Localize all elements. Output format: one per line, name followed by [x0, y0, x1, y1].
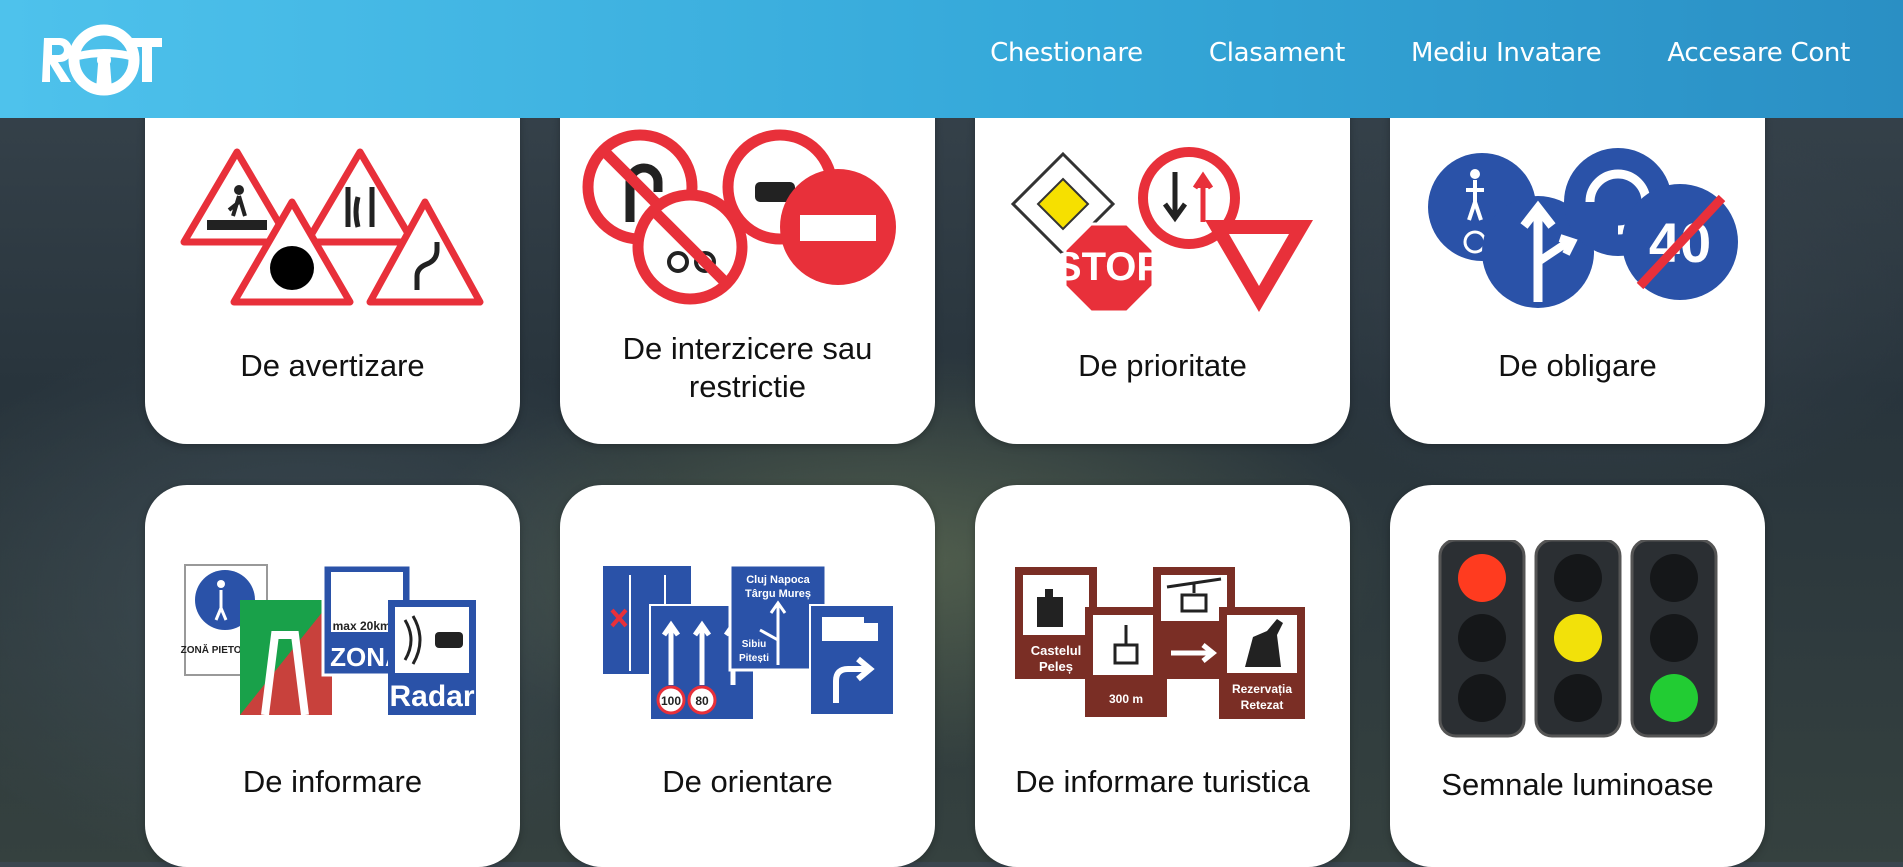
- category-label: De prioritate: [1078, 348, 1247, 383]
- speed-80-text: 80: [695, 694, 709, 708]
- category-card-orientare[interactable]: 100 80 Cluj Napoca Târgu Mureș Sibiu Pit…: [560, 485, 935, 867]
- mandatory-signs-icon: 40: [1428, 148, 1738, 308]
- category-card-prioritate[interactable]: STOP De prioritate: [975, 62, 1350, 444]
- sibiu-text: Sibiu: [742, 639, 766, 650]
- category-card-avertizare[interactable]: De avertizare: [145, 62, 520, 444]
- rezervatia-text: Rezervația: [1232, 682, 1292, 696]
- traffic-lights-icon: [1438, 540, 1718, 738]
- retezat-text: Retezat: [1241, 698, 1284, 712]
- information-signs-icon: ZONĂ PIETONALĂ max 20km/h ZONA Radar: [181, 563, 476, 716]
- nav-accesare-cont[interactable]: Accesare Cont: [1667, 38, 1850, 68]
- speed-100-text: 100: [661, 694, 681, 708]
- navbar: Chestionare Clasament Mediu Invatare Acc…: [0, 0, 1903, 118]
- stop-text: STOP: [1055, 245, 1163, 289]
- nav-chestionare[interactable]: Chestionare: [990, 38, 1143, 68]
- category-label: De informare: [242, 764, 423, 799]
- warning-signs-icon: [180, 148, 484, 306]
- category-card-informare-turistica[interactable]: Castelul Peleș 300 m Rezervația Retezat …: [975, 485, 1350, 867]
- site-logo[interactable]: [40, 20, 166, 100]
- peles-text: Peleș: [1039, 659, 1073, 674]
- orientation-signs-icon: 100 80 Cluj Napoca Târgu Mureș Sibiu Pit…: [601, 565, 895, 721]
- category-label: Semnale luminoase: [1441, 767, 1714, 802]
- prohibition-signs-icon: [582, 129, 896, 305]
- steering-wheel-logo-icon: [42, 24, 162, 96]
- category-card-semnale-luminoase[interactable]: Semnale luminoase: [1390, 485, 1765, 867]
- nav-mediu-invatare[interactable]: Mediu Invatare: [1411, 38, 1602, 68]
- category-label: De avertizare: [240, 348, 425, 383]
- category-label: De informare turistica: [1015, 764, 1310, 799]
- targu-text: Târgu Mureș: [745, 588, 811, 600]
- category-label: De interzicere sau restrictie: [622, 331, 873, 404]
- category-card-interzicere[interactable]: De interzicere sau restrictie: [560, 62, 935, 444]
- pitesti-text: Pitești: [739, 653, 769, 664]
- nav-clasament[interactable]: Clasament: [1209, 38, 1345, 68]
- tourist-signs-icon: Castelul Peleș 300 m Rezervația Retezat: [1015, 567, 1305, 719]
- priority-signs-icon: STOP: [1010, 147, 1313, 314]
- category-label: De orientare: [662, 764, 833, 799]
- radar-text: Radar: [389, 680, 474, 713]
- cluj-text: Cluj Napoca: [746, 574, 810, 586]
- altitude-text: 300 m: [1109, 692, 1143, 706]
- main-nav: Chestionare Clasament Mediu Invatare Acc…: [990, 38, 1850, 68]
- category-card-obligare[interactable]: 40 De obligare: [1390, 62, 1765, 444]
- castelul-text: Castelul: [1031, 643, 1082, 658]
- category-label: De obligare: [1498, 348, 1657, 383]
- category-card-informare[interactable]: ZONĂ PIETONALĂ max 20km/h ZONA Radar De …: [145, 485, 520, 867]
